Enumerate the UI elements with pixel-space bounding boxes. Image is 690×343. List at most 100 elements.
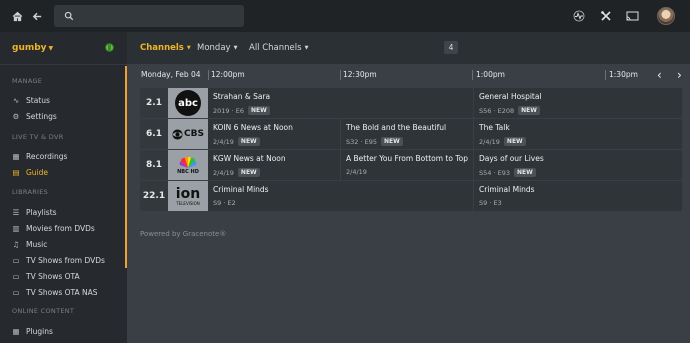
sidebar-item-tv-ota-nas[interactable]: ▭ TV Shows OTA NAS [12, 288, 98, 297]
program-cell[interactable]: KGW News at Noon 2/4/19 NEW [208, 150, 341, 180]
program-cell[interactable]: KOIN 6 News at Noon 2/4/19 NEW [208, 119, 341, 149]
program-title: General Hospital [479, 92, 542, 101]
tools-icon[interactable] [596, 6, 616, 26]
sidebar-item-label: TV Shows OTA NAS [26, 288, 98, 297]
program-meta: S54 · E93 [479, 168, 510, 177]
sidebar-item-guide[interactable]: ▤ Guide [12, 168, 48, 177]
sidebar-item-label: Playlists [26, 208, 57, 217]
program-meta: 2/4/19 [479, 137, 500, 146]
program-meta: 2/4/19 [213, 137, 234, 146]
chevron-right-icon[interactable]: › [677, 68, 682, 82]
pulse-icon: ∿ [12, 96, 20, 105]
sidebar-item-tv-dvds[interactable]: ▭ TV Shows from DVDs [12, 256, 104, 265]
sidebar-item-label: Movies from DVDs [26, 224, 95, 233]
user-menu[interactable]: gumby ▼ [12, 43, 53, 53]
program-meta: S9 · E3 [479, 199, 502, 207]
section-manage: MANAGE [12, 77, 43, 85]
channel-row: 22.1 ion TELEVISION Criminal Minds S9 · … [140, 181, 683, 211]
new-badge: NEW [503, 137, 526, 146]
new-badge: NEW [237, 137, 260, 146]
channel-number[interactable]: 8.1 [140, 150, 168, 180]
scroll-indicator [125, 66, 127, 268]
all-channels-filter[interactable]: All Channels ▼ [249, 43, 308, 53]
new-badge: NEW [237, 168, 260, 177]
sidebar-item-recordings[interactable]: ▦ Recordings [12, 152, 67, 161]
time-tick [472, 70, 473, 80]
sidebar-item-tv-ota[interactable]: ▭ TV Shows OTA [12, 272, 80, 281]
music-icon: ♫ [12, 240, 20, 249]
nbc-logo-icon[interactable]: NBC HD [168, 150, 208, 180]
program-meta: 2/4/19 [213, 168, 234, 177]
program-cell[interactable]: Criminal Minds S9 · E2 [208, 181, 474, 211]
program-cell[interactable]: A Better You From Bottom to Top 2/4/19 [341, 150, 474, 180]
channel-number[interactable]: 6.1 [140, 119, 168, 149]
program-cell[interactable]: General Hospital S56 · E208 NEW [474, 88, 683, 118]
program-meta: S9 · E2 [213, 199, 236, 207]
program-meta: 2019 · E6 [213, 106, 244, 115]
new-badge: NEW [513, 168, 536, 177]
sidebar-item-label: TV Shows OTA [26, 272, 80, 281]
logo-text: CBS [184, 129, 204, 139]
channel-number[interactable]: 22.1 [140, 181, 168, 211]
program-cell[interactable]: Days of our Lives S54 · E93 NEW [474, 150, 683, 180]
program-title: Criminal Minds [479, 185, 535, 194]
sidebar-item-status[interactable]: ∿ Status [12, 96, 50, 105]
program-cell[interactable]: Strahan & Sara 2019 · E6 NEW [208, 88, 474, 118]
time-slot: 1:30pm [609, 70, 638, 79]
cbs-logo-icon[interactable]: CBS [168, 119, 208, 149]
home-icon[interactable] [7, 6, 27, 26]
cast-icon[interactable] [622, 6, 642, 26]
activity-icon[interactable] [569, 6, 589, 26]
program-title: A Better You From Bottom to Top [346, 154, 468, 163]
time-tick [340, 70, 341, 80]
channels-filter[interactable]: Channels ▼ [140, 43, 191, 53]
list-icon: ☰ [12, 208, 20, 217]
sidebar-item-label: Recordings [26, 152, 68, 161]
search-icon [59, 6, 79, 26]
film-icon: ▥ [12, 224, 20, 233]
program-cell[interactable]: The Bold and the Beautiful S32 · E95 NEW [341, 119, 474, 149]
program-title: The Bold and the Beautiful [346, 123, 447, 132]
gear-icon: ⚙ [12, 112, 20, 121]
time-slot: 12:00pm [211, 70, 245, 79]
time-slot: 12:30pm [343, 70, 377, 79]
new-badge: NEW [380, 137, 403, 146]
sidebar-item-settings[interactable]: ⚙ Settings [12, 112, 57, 121]
sidebar-item-movies[interactable]: ▥ Movies from DVDs [12, 224, 95, 233]
chevron-down-icon: ▼ [304, 44, 309, 51]
chevron-left-icon[interactable]: ‹ [657, 68, 662, 82]
logo-text: NBC HD [177, 168, 199, 175]
tv-icon: ▭ [12, 272, 20, 281]
channel-row: 8.1 NBC HD KGW News at Noon 2/4/19 NEW A … [140, 150, 683, 180]
sidebar-item-label: Music [26, 240, 48, 249]
day-filter[interactable]: Monday ▼ [197, 43, 237, 53]
program-title: Strahan & Sara [213, 92, 271, 101]
program-cell[interactable]: The Talk 2/4/19 NEW [474, 119, 683, 149]
time-tick [605, 70, 606, 80]
logo-subtext: TELEVISION [176, 200, 200, 206]
sidebar-item-plugins[interactable]: ▦ Plugins [12, 327, 52, 336]
sidebar-item-playlists[interactable]: ☰ Playlists [12, 208, 57, 217]
divider [0, 64, 127, 65]
time-slot: 1:00pm [476, 70, 505, 79]
sidebar-item-label: Guide [26, 168, 49, 177]
back-arrow-icon[interactable] [27, 6, 47, 26]
sidebar-item-music[interactable]: ♫ Music [12, 240, 48, 249]
search-input[interactable] [54, 5, 244, 27]
online-status-icon: ǁ [105, 43, 114, 52]
channel-number[interactable]: 2.1 [140, 88, 168, 118]
program-cell[interactable]: Criminal Minds S9 · E3 [474, 181, 683, 211]
program-title: KOIN 6 News at Noon [213, 123, 293, 132]
channel-count-badge: 4 [444, 41, 458, 54]
filter-bar: Channels ▼ Monday ▼ All Channels ▼ 4 [127, 32, 690, 64]
ion-logo-icon[interactable]: ion TELEVISION [168, 181, 208, 211]
new-badge: NEW [247, 106, 270, 115]
chevron-down-icon: ▼ [233, 44, 238, 51]
logo-text: ion [175, 185, 201, 202]
avatar[interactable] [657, 7, 675, 25]
all-channels-filter-label: All Channels [249, 43, 302, 53]
tv-icon: ▭ [12, 288, 20, 297]
abc-logo-icon[interactable]: abc [168, 88, 208, 118]
time-tick [208, 70, 209, 80]
program-meta: S32 · E95 [346, 137, 377, 146]
